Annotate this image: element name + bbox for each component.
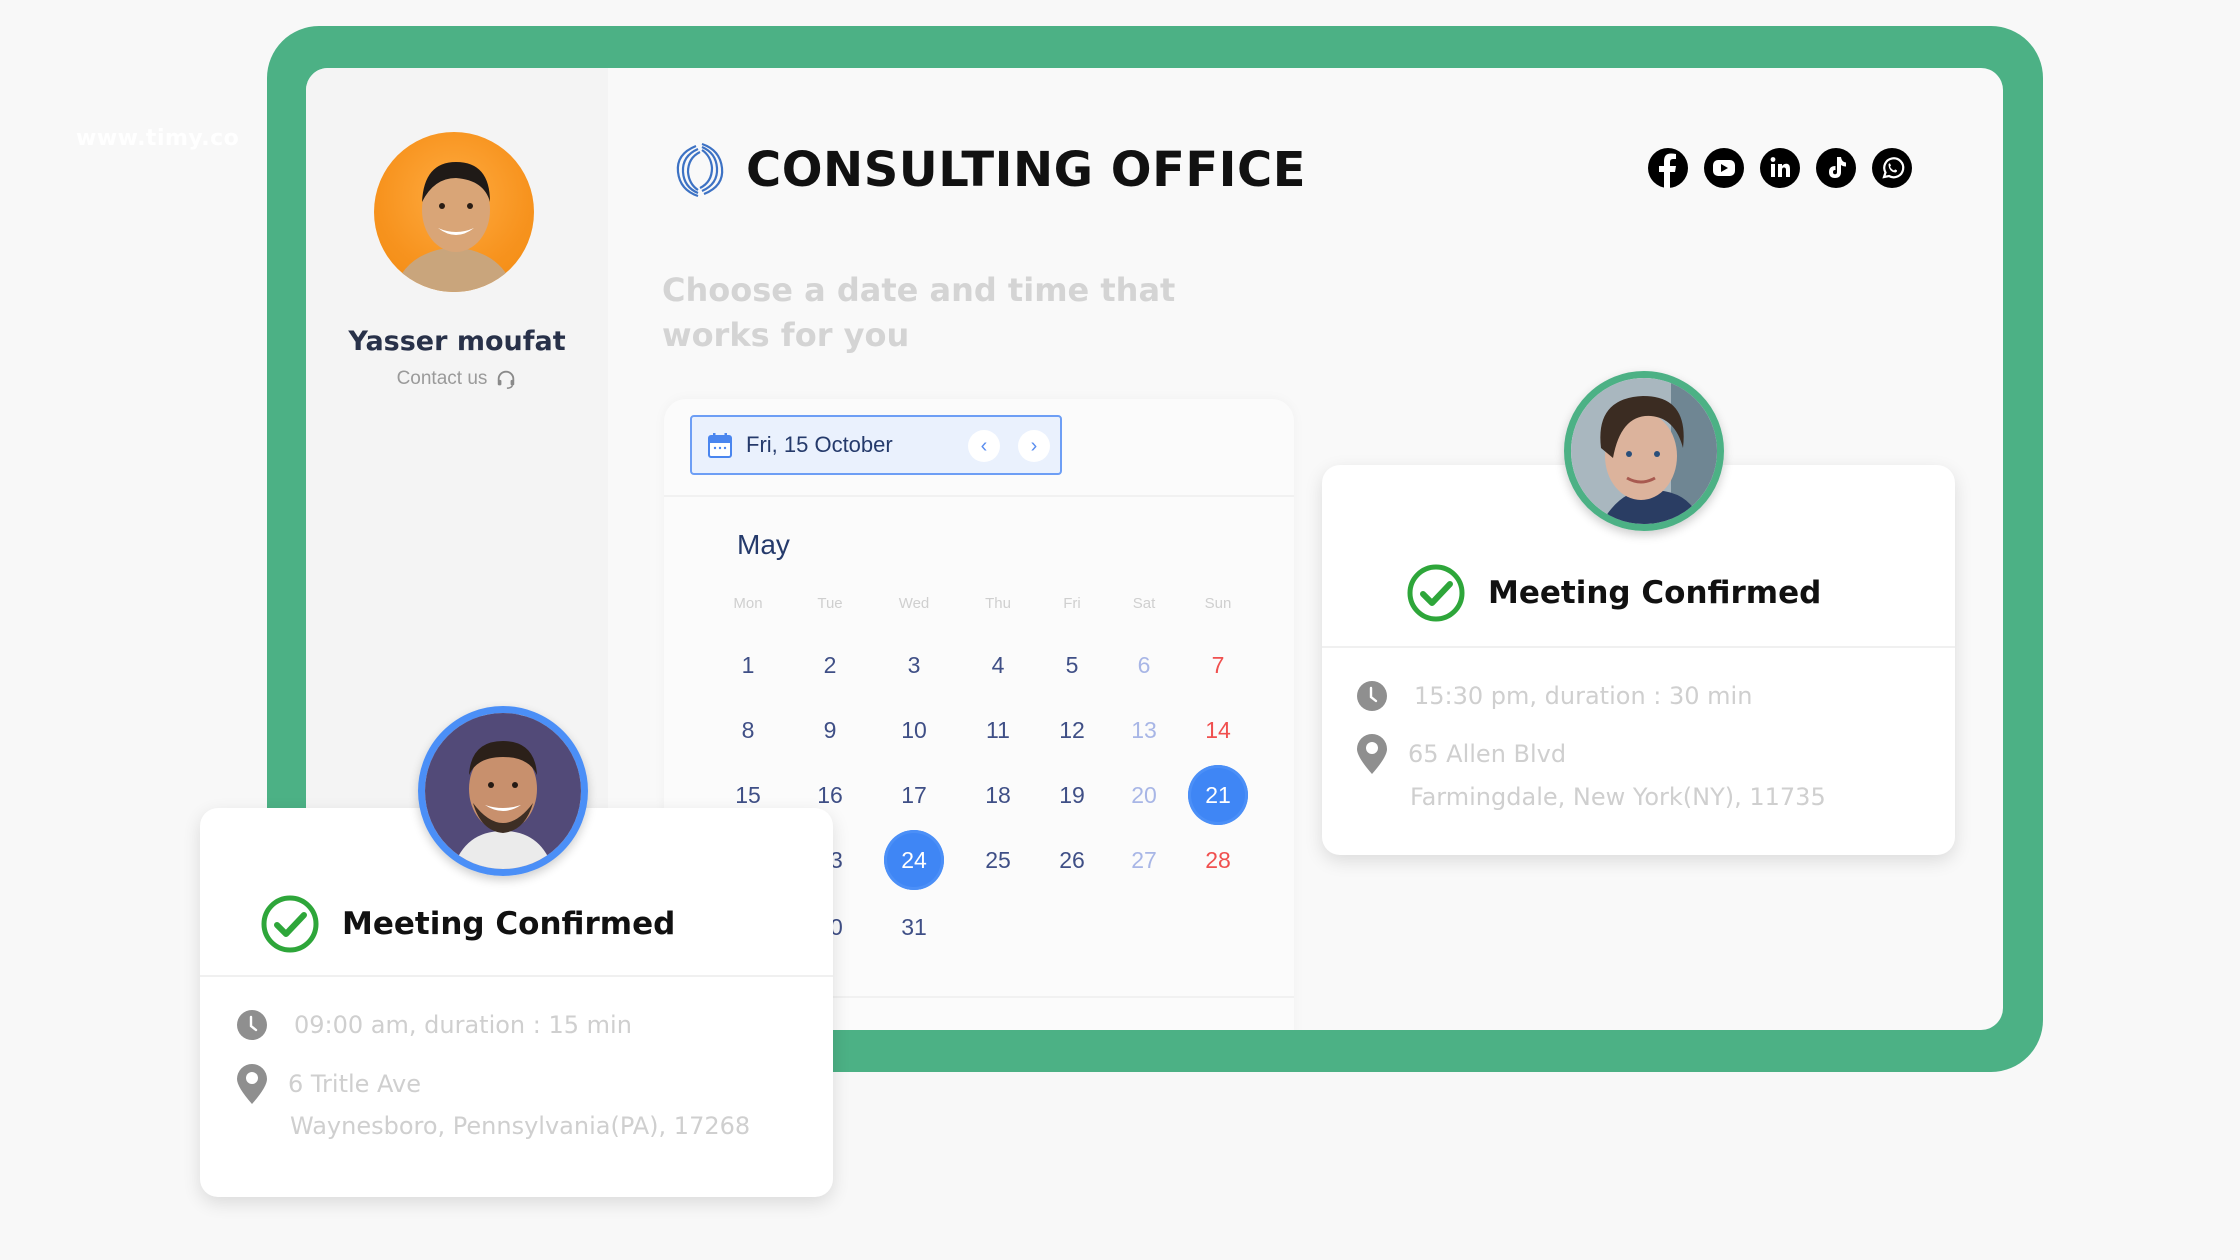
calendar-day[interactable]: 31 bbox=[884, 897, 944, 957]
swirl-logo-icon bbox=[676, 142, 724, 198]
social-links bbox=[1648, 148, 1912, 188]
date-picker[interactable]: Fri, 15 October ‹ › bbox=[690, 415, 1062, 475]
card-divider bbox=[200, 975, 833, 977]
brand-header: CONSULTING OFFICE bbox=[672, 140, 1306, 200]
booking-headline: Choose a date and time that works for yo… bbox=[662, 271, 1176, 354]
brand-title: CONSULTING OFFICE bbox=[746, 142, 1307, 198]
whatsapp-icon bbox=[1882, 157, 1905, 179]
clock-icon bbox=[237, 1010, 267, 1040]
location-pin-icon bbox=[1357, 734, 1387, 774]
weekday-label: Sat bbox=[1132, 595, 1156, 612]
youtube-link[interactable] bbox=[1704, 148, 1744, 188]
linkedin-link[interactable] bbox=[1760, 148, 1800, 188]
calendar-day[interactable]: 11 bbox=[968, 700, 1028, 760]
whatsapp-link[interactable] bbox=[1872, 148, 1912, 188]
calendar-icon bbox=[708, 433, 732, 458]
calendar-day[interactable]: 26 bbox=[1042, 830, 1102, 890]
calendar-day[interactable]: 8 bbox=[718, 700, 778, 760]
chevron-left-icon: ‹ bbox=[980, 434, 988, 457]
check-circle-icon bbox=[1407, 564, 1465, 622]
calendar-day[interactable]: 14 bbox=[1188, 700, 1248, 760]
calendar-day[interactable]: 25 bbox=[968, 830, 1028, 890]
youtube-icon bbox=[1713, 160, 1735, 176]
calendar-divider bbox=[664, 495, 1294, 497]
person-photo-icon bbox=[394, 162, 514, 292]
calendar-day-selected[interactable]: 24 bbox=[884, 830, 944, 890]
month-label: May bbox=[737, 529, 790, 560]
host-avatar bbox=[374, 132, 534, 292]
prev-date-button[interactable]: ‹ bbox=[968, 430, 1000, 462]
meeting-status: Meeting Confirmed bbox=[342, 906, 676, 942]
weekday-label: Wed bbox=[898, 595, 930, 612]
calendar-day[interactable]: 20 bbox=[1114, 765, 1174, 825]
host-name: Yasser moufat bbox=[348, 326, 566, 357]
calendar-day[interactable]: 5 bbox=[1042, 635, 1102, 695]
meeting-time: 09:00 am, duration : 15 min bbox=[294, 1011, 632, 1039]
person-photo-icon bbox=[1571, 378, 1717, 524]
check-circle-icon bbox=[261, 895, 319, 953]
calendar-day[interactable]: 9 bbox=[800, 700, 860, 760]
calendar-day[interactable]: 13 bbox=[1114, 700, 1174, 760]
attendee-avatar-left bbox=[418, 706, 588, 876]
card-divider bbox=[1322, 646, 1955, 648]
clock-icon bbox=[1357, 681, 1387, 711]
calendar-day[interactable]: 3 bbox=[884, 635, 944, 695]
calendar-day[interactable]: 10 bbox=[884, 700, 944, 760]
calendar-day[interactable]: 12 bbox=[1042, 700, 1102, 760]
meeting-status: Meeting Confirmed bbox=[1488, 575, 1822, 611]
meeting-time: 15:30 pm, duration : 30 min bbox=[1414, 682, 1753, 710]
watermark: www.timy.co bbox=[76, 126, 240, 151]
weekday-label: Thu bbox=[985, 595, 1011, 612]
calendar-day[interactable]: 1 bbox=[718, 635, 778, 695]
calendar-day[interactable]: 2 bbox=[800, 635, 860, 695]
selected-date-label: Fri, 15 October bbox=[746, 432, 893, 457]
next-date-button[interactable]: › bbox=[1018, 430, 1050, 462]
location-pin-icon bbox=[237, 1064, 267, 1104]
chevron-right-icon: › bbox=[1030, 434, 1038, 457]
facebook-link[interactable] bbox=[1648, 148, 1688, 188]
person-photo-icon bbox=[425, 713, 581, 869]
tiktok-link[interactable] bbox=[1816, 148, 1856, 188]
calendar-day-selected[interactable]: 21 bbox=[1188, 765, 1248, 825]
facebook-icon bbox=[1659, 153, 1676, 188]
calendar-day[interactable]: 19 bbox=[1042, 765, 1102, 825]
meeting-address-line2: Waynesboro, Pennsylvania(PA), 17268 bbox=[290, 1112, 751, 1140]
tiktok-icon bbox=[1829, 157, 1846, 178]
attendee-avatar-right bbox=[1564, 371, 1724, 531]
linkedin-icon bbox=[1770, 157, 1790, 177]
calendar-day[interactable]: 6 bbox=[1114, 635, 1174, 695]
weekday-label: Mon bbox=[733, 595, 763, 612]
calendar-day[interactable]: 28 bbox=[1188, 830, 1248, 890]
calendar-day[interactable]: 4 bbox=[968, 635, 1028, 695]
meeting-address-line1: 6 Tritle Ave bbox=[288, 1070, 422, 1098]
contact-us-link[interactable]: Contact us bbox=[306, 368, 608, 390]
meeting-address-line1: 65 Allen Blvd bbox=[1408, 740, 1567, 768]
calendar-day[interactable]: 18 bbox=[968, 765, 1028, 825]
contact-us-label: Contact us bbox=[396, 368, 488, 389]
calendar-day[interactable]: 27 bbox=[1114, 830, 1174, 890]
weekday-label: Tue bbox=[817, 595, 843, 612]
headset-icon bbox=[498, 370, 515, 389]
calendar-day[interactable]: 7 bbox=[1188, 635, 1248, 695]
weekday-label: Fri bbox=[1063, 595, 1081, 612]
calendar-day[interactable]: 17 bbox=[884, 765, 944, 825]
meeting-address-line2: Farmingdale, New York(NY), 11735 bbox=[1410, 783, 1826, 811]
weekday-label: Sun bbox=[1204, 595, 1232, 612]
